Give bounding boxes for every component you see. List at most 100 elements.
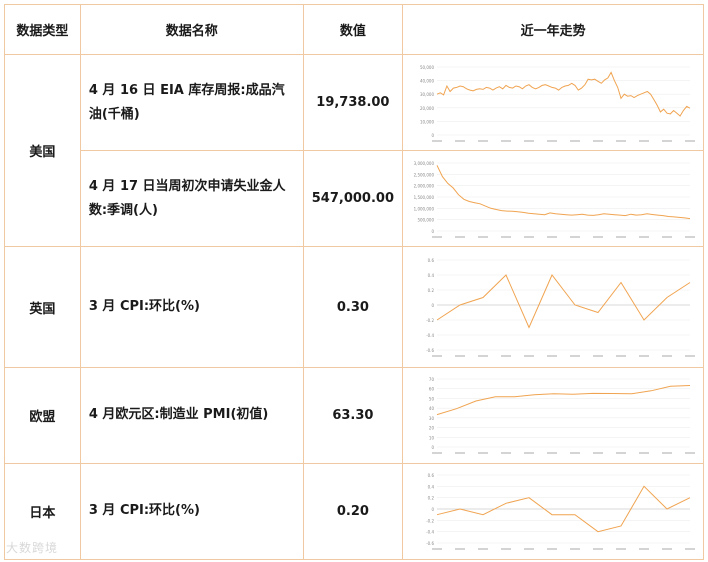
- x-tick-label: [546, 235, 557, 238]
- tick-label: 10,000: [420, 119, 434, 124]
- x-tick-label: [431, 452, 442, 455]
- x-tick-label: [592, 139, 603, 142]
- x-tick-label: [523, 235, 534, 238]
- tick-label: 0: [431, 303, 434, 308]
- tick-label: 40,000: [420, 78, 434, 83]
- row-name: 4 月欧元区:制造业 PMI(初值): [79, 366, 304, 464]
- trend-cell: 0.6 0.4 0.2 0 -0.2 -0.4 -0.6: [402, 462, 704, 561]
- x-tick-label: [569, 235, 580, 238]
- tick-label: -0.6: [426, 541, 434, 546]
- trend-chart-eia: 50,000 40,000 30,000 20,000 10,000 0: [420, 65, 695, 142]
- tick-label: 20: [429, 426, 435, 431]
- trend-cell: 50,000 40,000 30,000 20,000 10,000 0: [402, 54, 704, 152]
- tick-label: 0.6: [427, 473, 434, 478]
- trend-chart-uk-cpi: 0.6 0.4 0.2 0 -0.2 -0.4 -0.6: [426, 258, 695, 358]
- table-row: 欧盟 4 月欧元区:制造业 PMI(初值) 63.30 70 60 50 40 30 20…: [4, 366, 704, 464]
- series-line: [436, 274, 690, 329]
- tick-label: -0.2: [426, 318, 434, 323]
- data-table: 数据类型 数据名称 数值 近一年走势 美国 4 月 16 日 EIA 库存周报:…: [4, 3, 704, 561]
- tick-label: 0: [431, 229, 434, 234]
- header-type: 数据类型: [4, 3, 81, 56]
- tick-label: 20,000: [420, 105, 434, 110]
- x-tick-label: [454, 548, 465, 551]
- tick-label: -0.4: [426, 530, 434, 535]
- x-tick-label: [454, 355, 465, 358]
- header-value: 数值: [302, 3, 404, 56]
- x-tick-label: [615, 139, 626, 142]
- tick-label: 0.2: [427, 288, 434, 293]
- tick-label: 50: [429, 397, 435, 402]
- table-row: 美国 4 月 16 日 EIA 库存周报:成品汽油(千桶) 19,738.00 …: [4, 54, 704, 248]
- x-tick-label: [684, 139, 695, 142]
- x-tick-label: [500, 452, 511, 455]
- x-tick-label: [569, 139, 580, 142]
- watermark: 大数跨境: [6, 541, 59, 555]
- trend-chart-jp-cpi: 0.6 0.4 0.2 0 -0.2 -0.4 -0.6: [426, 473, 695, 551]
- x-tick-label: [431, 235, 442, 238]
- tick-label: 0.4: [427, 485, 434, 490]
- tick-label: -0.2: [426, 519, 434, 524]
- x-tick-label: [500, 355, 511, 358]
- row-type: 欧盟: [4, 366, 81, 464]
- row-name: 4 月 17 日当周初次申请失业金人数:季调(人): [79, 150, 304, 248]
- x-tick-label: [546, 355, 557, 358]
- x-tick-label: [523, 139, 534, 142]
- x-tick-label: [661, 452, 672, 455]
- x-tick-label: [638, 355, 649, 358]
- tick-label: 40: [429, 406, 435, 411]
- x-tick-label: [454, 139, 465, 142]
- x-tick-label: [638, 139, 649, 142]
- header-name: 数据名称: [79, 3, 304, 56]
- tick-label: 1,500,000: [413, 195, 434, 200]
- x-tick-label: [615, 548, 626, 551]
- table-row: 日本 3 月 CPI:环比(%) 0.20 0.6 0.4 0.2 0 -0.2 -0.4…: [4, 462, 704, 561]
- x-tick-label: [638, 235, 649, 238]
- row-type-us: 美国: [4, 54, 81, 248]
- tick-label: 3,000,000: [413, 161, 434, 166]
- row-value: 0.20: [302, 462, 404, 561]
- x-tick-label: [477, 355, 488, 358]
- x-tick-label: [592, 355, 603, 358]
- x-tick-label: [500, 139, 511, 142]
- x-tick-label: [638, 548, 649, 551]
- x-tick-label: [500, 548, 511, 551]
- row-value: 63.30: [302, 366, 404, 464]
- tick-label: 30: [429, 416, 435, 421]
- trend-cell: 0.6 0.4 0.2 0 -0.2 -0.4 -0.6: [402, 246, 704, 368]
- tick-label: 0.4: [427, 273, 434, 278]
- table-row: 英国 3 月 CPI:环比(%) 0.30 0.6 0.4 0.2 0 -0.2 -0.4…: [4, 246, 704, 368]
- x-tick-label: [569, 452, 580, 455]
- tick-label: 2,500,000: [413, 172, 434, 177]
- tick-label: 70: [429, 377, 435, 382]
- x-tick-label: [661, 355, 672, 358]
- trend-cell: 70 60 50 40 30 20 10 0: [402, 366, 704, 464]
- series-line: [436, 385, 690, 416]
- x-tick-label: [454, 452, 465, 455]
- row-name: 4 月 16 日 EIA 库存周报:成品汽油(千桶): [79, 54, 304, 152]
- x-tick-label: [615, 235, 626, 238]
- tick-label: 60: [429, 387, 435, 392]
- tick-label: 50,000: [420, 65, 434, 70]
- x-tick-label: [477, 139, 488, 142]
- tick-label: 1,000,000: [413, 206, 434, 211]
- x-tick-label: [615, 355, 626, 358]
- x-tick-label: [615, 452, 626, 455]
- x-tick-label: [684, 355, 695, 358]
- trend-chart-claims: 3,000,000 2,500,000 2,000,000 1,500,000 1,00…: [413, 161, 695, 238]
- x-tick-label: [661, 139, 672, 142]
- x-tick-label: [500, 235, 511, 238]
- x-tick-label: [546, 139, 557, 142]
- x-tick-label: [592, 548, 603, 551]
- x-tick-label: [684, 452, 695, 455]
- row-name: 3 月 CPI:环比(%): [79, 462, 304, 561]
- x-tick-label: [431, 139, 442, 142]
- tick-label: 500,000: [417, 217, 434, 222]
- x-tick-label: [431, 548, 442, 551]
- x-tick-label: [638, 452, 649, 455]
- table-header-row: 数据类型 数据名称 数值 近一年走势: [4, 3, 704, 56]
- x-tick-label: [684, 235, 695, 238]
- row-name: 3 月 CPI:环比(%): [79, 246, 304, 368]
- tick-label: 30,000: [420, 92, 434, 97]
- x-tick-label: [661, 548, 672, 551]
- trend-cell: 3,000,000 2,500,000 2,000,000 1,500,000 1,00…: [402, 150, 704, 248]
